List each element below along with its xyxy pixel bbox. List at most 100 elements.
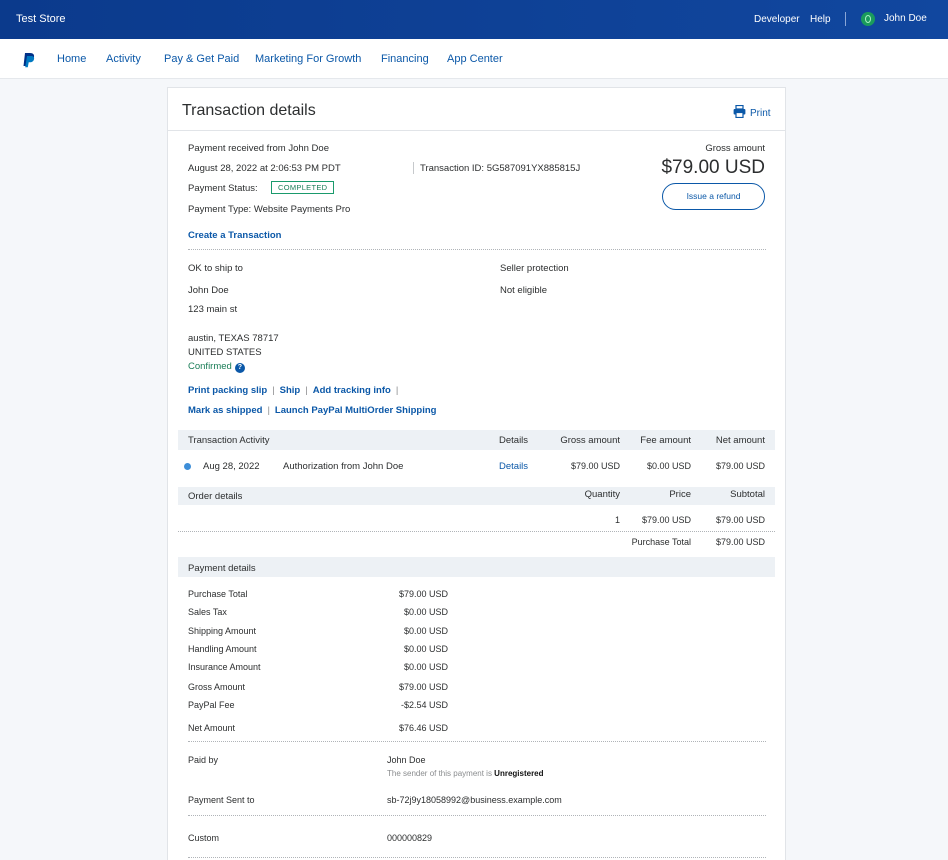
add-tracking-link[interactable]: Add tracking info xyxy=(313,385,391,396)
payment-row-label: Insurance Amount xyxy=(188,662,261,672)
payment-row-value: $0.00 USD xyxy=(403,662,448,672)
payment-row-label: Sales Tax xyxy=(188,607,227,617)
order-header: Order details Quantity Price Subtotal xyxy=(178,487,775,505)
payment-row-value: $0.00 USD xyxy=(403,644,448,654)
activity-description: Authorization from John Doe xyxy=(283,461,404,472)
printer-icon[interactable] xyxy=(733,105,746,118)
ship-link[interactable]: Ship xyxy=(280,385,301,396)
order-price: $79.00 USD xyxy=(641,515,691,525)
help-icon[interactable]: ? xyxy=(234,363,245,373)
payment-details-title: Payment details xyxy=(188,563,256,574)
payment-row-label: Shipping Amount xyxy=(188,626,257,636)
col-fee: Fee amount xyxy=(640,435,691,446)
nav-activity[interactable]: Activity xyxy=(106,53,141,65)
col-net: Net amount xyxy=(715,435,765,446)
divider xyxy=(178,531,775,532)
avatar[interactable] xyxy=(861,12,875,26)
payment-row-label: Net Amount xyxy=(188,723,236,733)
custom-label: Custom xyxy=(188,833,220,843)
multiorder-shipping-link[interactable]: Launch PayPal MultiOrder Shipping xyxy=(275,405,437,416)
activity-bullet xyxy=(184,463,191,470)
shipping-actions-row-1: Print packing slip | Ship | Add tracking inf… xyxy=(188,385,399,396)
status-badge: COMPLETED xyxy=(271,181,335,194)
purchase-total-value: $79.00 USD xyxy=(715,537,765,547)
sender-note: The sender of this payment is Unregister… xyxy=(387,769,544,778)
paid-by-value: John Doe xyxy=(387,755,426,765)
sent-to-label: Payment Sent to xyxy=(188,795,255,805)
store-name[interactable]: Test Store xyxy=(16,13,66,25)
help-link[interactable]: Help xyxy=(810,14,831,25)
confirmed-label: Confirmed xyxy=(188,361,232,372)
seller-protection-label: Seller protection xyxy=(500,263,569,274)
nav-financing[interactable]: Financing xyxy=(381,53,429,65)
payment-row-value: $79.00 USD xyxy=(398,589,448,599)
nav-marketing[interactable]: Marketing For Growth xyxy=(255,53,361,65)
shipping-actions-row-2: Mark as shipped | Launch PayPal MultiOrder… xyxy=(188,405,437,416)
payment-row-label: PayPal Fee xyxy=(188,700,235,710)
divider xyxy=(188,857,766,858)
paid-by-label: Paid by xyxy=(188,755,219,765)
purchase-total-label: Purchase Total xyxy=(631,537,691,547)
transaction-datetime: August 28, 2022 at 2:06:53 PM PDT xyxy=(188,163,341,174)
sent-to-value: sb-72j9y18058992@business.example.com xyxy=(387,795,562,805)
developer-link[interactable]: Developer xyxy=(754,14,800,25)
payment-row-label: Handling Amount xyxy=(188,644,257,654)
sender-note-text: The sender of this payment is xyxy=(387,769,495,778)
activity-gross: $79.00 USD xyxy=(570,461,620,471)
nav-pay-get-paid[interactable]: Pay & Get Paid xyxy=(164,53,239,65)
col-order-details: Order details xyxy=(188,491,243,502)
issue-refund-button[interactable]: Issue a refund xyxy=(662,183,765,210)
divider xyxy=(188,741,766,742)
custom-value: 000000829 xyxy=(387,833,433,843)
divider xyxy=(188,249,766,250)
col-subtotal: Subtotal xyxy=(730,489,765,500)
activity-net: $79.00 USD xyxy=(715,461,765,471)
gross-amount-label: Gross amount xyxy=(705,143,765,154)
divider xyxy=(188,815,766,816)
col-quantity: Quantity xyxy=(584,489,620,500)
nav-home[interactable]: Home xyxy=(57,53,86,65)
payment-row-label: Purchase Total xyxy=(188,589,248,599)
status-label: Payment Status: xyxy=(188,183,258,194)
col-price: Price xyxy=(669,489,691,500)
ship-street: 123 main st xyxy=(188,304,238,315)
ship-name: John Doe xyxy=(188,285,229,296)
gross-amount-value: $79.00 USD xyxy=(661,157,765,178)
payment-type: Payment Type: Website Payments Pro xyxy=(188,204,351,215)
payment-row-value: $0.00 USD xyxy=(403,626,448,636)
print-packing-slip-link[interactable]: Print packing slip xyxy=(188,385,267,396)
card-header: Transaction details Print xyxy=(168,88,785,131)
activity-details-link[interactable]: Details xyxy=(499,461,528,472)
payment-row-value: -$2.54 USD xyxy=(400,700,448,710)
top-bar: Test Store Developer Help John Doe xyxy=(0,0,948,39)
print-link[interactable]: Print xyxy=(750,108,771,119)
received-from: Payment received from John Doe xyxy=(188,143,329,154)
nav-app-center[interactable]: App Center xyxy=(447,53,503,65)
order-subtotal: $79.00 USD xyxy=(715,515,765,525)
divider xyxy=(413,162,414,174)
main-nav: Home Activity Pay & Get Paid Marketing F… xyxy=(0,39,948,79)
payment-row-value: $76.46 USD xyxy=(398,723,448,733)
page-title: Transaction details xyxy=(182,102,316,119)
payment-row-value: $0.00 USD xyxy=(403,607,448,617)
activity-date: Aug 28, 2022 xyxy=(203,461,260,472)
payment-row-label: Gross Amount xyxy=(188,682,246,692)
activity-fee: $0.00 USD xyxy=(646,461,691,471)
seller-protection-value: Not eligible xyxy=(500,285,547,296)
ship-city: austin, TEXAS 78717 xyxy=(188,333,279,344)
create-transaction-link[interactable]: Create a Transaction xyxy=(188,230,281,241)
transaction-id: Transaction ID: 5G587091YX885815J xyxy=(420,163,581,174)
order-quantity: 1 xyxy=(614,515,620,525)
paypal-logo-icon[interactable] xyxy=(22,52,36,68)
col-details: Details xyxy=(499,435,529,446)
topbar-divider xyxy=(845,12,846,26)
payment-row-value: $79.00 USD xyxy=(398,682,448,692)
ok-to-ship-label: OK to ship to xyxy=(188,263,243,274)
ship-country: UNITED STATES xyxy=(188,347,262,358)
activity-header: Transaction Activity Details Gross amoun… xyxy=(178,430,775,450)
mark-as-shipped-link[interactable]: Mark as shipped xyxy=(188,405,262,416)
address-confirmed: Confirmed? xyxy=(188,361,245,373)
col-gross: Gross amount xyxy=(560,435,620,446)
user-name[interactable]: John Doe xyxy=(884,13,927,24)
payment-header: Payment details xyxy=(178,557,775,577)
